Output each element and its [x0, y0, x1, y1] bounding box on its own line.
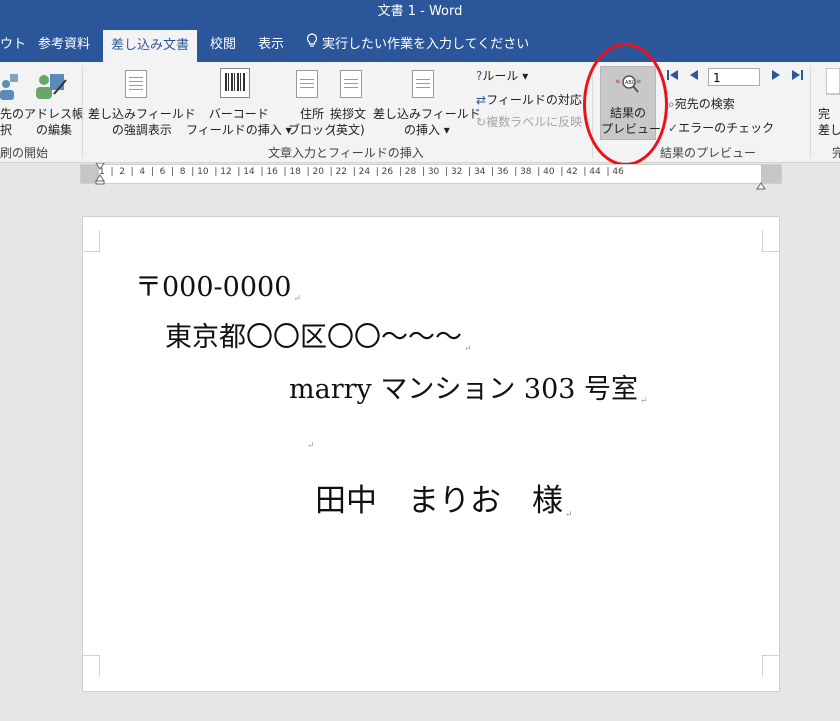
match-fields-icon: ⇄ — [476, 93, 487, 107]
group-separator — [810, 66, 811, 158]
match-fields-button[interactable]: ⇄フィールドの対応 — [476, 92, 582, 108]
title-bar: 文書 1 - Word — [0, 0, 840, 24]
insert-barcode-field-button[interactable]: バーコード フィールドの挿入 ▾ — [186, 106, 292, 138]
indent-marker-icon[interactable] — [95, 162, 105, 189]
update-labels-icon: ↻ — [476, 115, 487, 129]
find-recipient-button[interactable]: ⌕宛先の検索 — [668, 96, 735, 112]
previous-record-icon[interactable] — [688, 68, 700, 87]
tab-view[interactable]: 表示 — [258, 24, 284, 62]
highlight-fields-icon — [125, 70, 147, 98]
group-separator — [592, 66, 593, 158]
address-block-icon — [296, 70, 318, 98]
preview-label: 結果の — [609, 106, 646, 120]
crop-mark-bottom-right — [762, 655, 779, 677]
insert-merge-field-button[interactable]: 差し込みフィールド の挿入 ▾ — [373, 106, 481, 138]
svg-text:ABC: ABC — [625, 80, 636, 86]
rules-button[interactable]: ?ルール ▾ — [476, 68, 528, 84]
finish-merge-icon — [825, 67, 840, 100]
tab-references[interactable]: 参考資料 — [38, 24, 90, 62]
crop-mark-top-right — [762, 230, 779, 252]
next-record-icon[interactable] — [770, 68, 782, 87]
first-record-icon[interactable] — [666, 68, 680, 87]
check-errors-button[interactable]: ✓エラーのチェック — [668, 120, 774, 136]
preview-results-button[interactable]: « ABC» 結果の プレビュー — [600, 66, 662, 140]
edit-address-book-button[interactable]: アドレス帳 の編集 — [24, 106, 84, 138]
greeting-line-button[interactable]: 挨拶文 (英文) — [330, 106, 366, 138]
tab-review[interactable]: 校閲 — [210, 24, 236, 62]
select-recipients-icon — [0, 72, 18, 106]
insert-merge-field-icon — [412, 70, 434, 98]
group-label-preview: 結果のプレビュー — [660, 146, 757, 160]
window-title: 文書 1 - Word — [377, 4, 463, 19]
tell-me-label: 実行したい作業を入力してください — [322, 37, 530, 52]
find-recipient-icon: ⌕ — [668, 97, 675, 111]
group-separator — [82, 66, 83, 158]
lightbulb-icon — [306, 24, 320, 66]
chevron-down-icon: ▾ — [522, 69, 529, 83]
svg-text:»: » — [636, 77, 642, 87]
barcode-icon — [220, 68, 250, 98]
group-label-start: 刷の開始 — [0, 146, 49, 160]
group-label-finish: 完 — [832, 146, 840, 160]
address-line-2: marry マンション 303 号室 ↵ — [289, 374, 648, 406]
preview-label: プレビュー — [601, 122, 662, 136]
crop-mark-bottom-left — [83, 655, 100, 677]
record-number-input[interactable]: 1 — [708, 68, 760, 86]
postal-code-line: 〒000-0000 ↵ — [135, 272, 301, 304]
select-recipients-button[interactable]: 先の 択 — [0, 106, 24, 138]
tab-layout[interactable]: ウト — [0, 24, 26, 62]
crop-mark-top-left — [83, 230, 100, 252]
right-indent-marker-icon[interactable] — [756, 175, 766, 194]
ribbon-tab-bar: ウト 参考資料 差し込み文書 校閲 表示 実行したい作業を入力してください — [0, 24, 840, 68]
finish-merge-button[interactable]: 完 差し — [818, 106, 840, 138]
recipient-name-line: 田中 まりお 様 ↵ — [315, 483, 573, 520]
address-book-icon — [34, 70, 68, 106]
check-errors-icon: ✓ — [668, 121, 679, 135]
highlight-merge-fields-button[interactable]: 差し込みフィールド の強調表示 — [88, 106, 196, 138]
svg-text:«: « — [615, 77, 621, 87]
address-line-1: 東京都〇〇区〇〇～～～ ↵ — [165, 322, 472, 354]
document-page[interactable]: 〒000-0000 ↵ 東京都〇〇区〇〇～～～ ↵ marry マンション 303 … — [82, 216, 780, 692]
horizontal-ruler[interactable]: 1 | 2 | 4 | 6 | 8 | 10 | 12 | 14 | 16 | … — [80, 162, 782, 190]
preview-abc-icon: « ABC» — [615, 73, 643, 99]
group-label-write-insert: 文章入力とフィールドの挿入 — [268, 146, 424, 160]
last-record-icon[interactable] — [790, 68, 804, 87]
update-labels-button[interactable]: ↻複数ラベルに反映 — [476, 114, 582, 130]
tell-me-search[interactable]: 実行したい作業を入力してください — [306, 24, 529, 66]
address-block-button[interactable]: 住所 ブロック — [288, 106, 336, 138]
chevron-down-icon: ▾ — [443, 123, 450, 137]
greeting-line-icon — [340, 70, 362, 98]
empty-paragraph: ↵ — [307, 441, 315, 451]
ruler-numbers: 1 | 2 | 4 | 6 | 8 | 10 | 12 | 14 | 16 | … — [99, 167, 624, 177]
